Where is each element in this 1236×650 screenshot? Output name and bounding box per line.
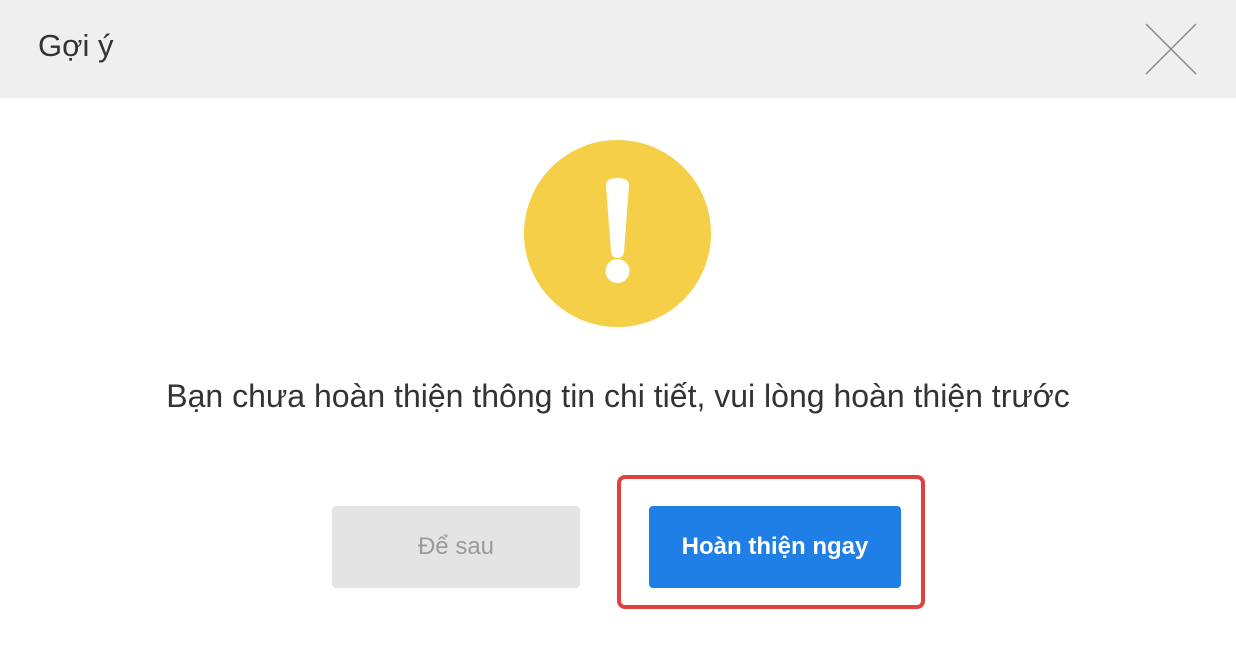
complete-now-button[interactable]: Hoàn thiện ngay [649,506,901,588]
later-button[interactable]: Để sau [332,506,580,588]
dialog-title: Gợi ý [38,28,114,63]
close-icon [1145,23,1197,75]
dialog-header: Gợi ý [0,0,1236,98]
hint-dialog: Gợi ý Bạn chưa hoàn thiện thông tin chi … [0,0,1236,650]
close-button[interactable] [1144,22,1198,76]
dialog-message: Bạn chưa hoàn thiện thông tin chi tiết, … [166,378,1070,414]
warning-exclamation-icon [524,140,711,327]
